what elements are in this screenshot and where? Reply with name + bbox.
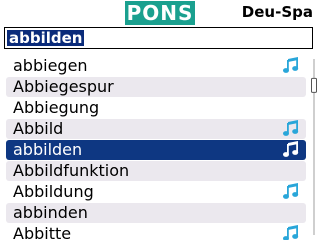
pons-logo: PONS bbox=[125, 1, 195, 25]
audio-note-icon[interactable] bbox=[282, 225, 300, 240]
audio-note-icon[interactable] bbox=[282, 183, 300, 201]
audio-note-icon[interactable] bbox=[282, 57, 300, 75]
word-list: abbiegen Abbiegespur Abbiegung Abbild abbild… bbox=[6, 56, 306, 240]
list-item[interactable]: abbiegen bbox=[6, 56, 306, 76]
list-item[interactable]: abbilden bbox=[6, 140, 306, 160]
scrollbar[interactable] bbox=[310, 57, 318, 237]
list-item[interactable]: Abbildfunktion bbox=[6, 161, 306, 181]
list-item-label: Abbild bbox=[13, 119, 64, 138]
list-item-label: abbiegen bbox=[13, 56, 88, 75]
search-input[interactable]: abbilden bbox=[4, 27, 313, 49]
list-item-label: Abbiegung bbox=[13, 98, 100, 117]
dictionary-screen: PONS Deu-Spa abbilden abbiegen Abbiegespu… bbox=[0, 0, 320, 240]
list-item-label: abbilden bbox=[13, 140, 83, 159]
audio-note-icon[interactable] bbox=[282, 120, 300, 138]
search-input-text[interactable]: abbilden bbox=[7, 30, 85, 46]
list-item-label: Abbiegespur bbox=[13, 77, 114, 96]
scrollbar-thumb bbox=[311, 77, 317, 93]
list-item-label: Abbildung bbox=[13, 182, 94, 201]
list-item-label: Abbitte bbox=[13, 224, 72, 240]
language-pair-label[interactable]: Deu-Spa bbox=[242, 3, 313, 21]
list-item[interactable]: Abbiegespur bbox=[6, 77, 306, 97]
list-item[interactable]: Abbiegung bbox=[6, 98, 306, 118]
logo-text: PONS bbox=[126, 1, 194, 25]
list-item[interactable]: Abbild bbox=[6, 119, 306, 139]
list-item-label: abbinden bbox=[13, 203, 88, 222]
list-item[interactable]: abbinden bbox=[6, 203, 306, 223]
list-item[interactable]: Abbitte bbox=[6, 224, 306, 240]
audio-note-icon[interactable] bbox=[282, 141, 300, 159]
list-item[interactable]: Abbildung bbox=[6, 182, 306, 202]
list-item-label: Abbildfunktion bbox=[13, 161, 130, 180]
